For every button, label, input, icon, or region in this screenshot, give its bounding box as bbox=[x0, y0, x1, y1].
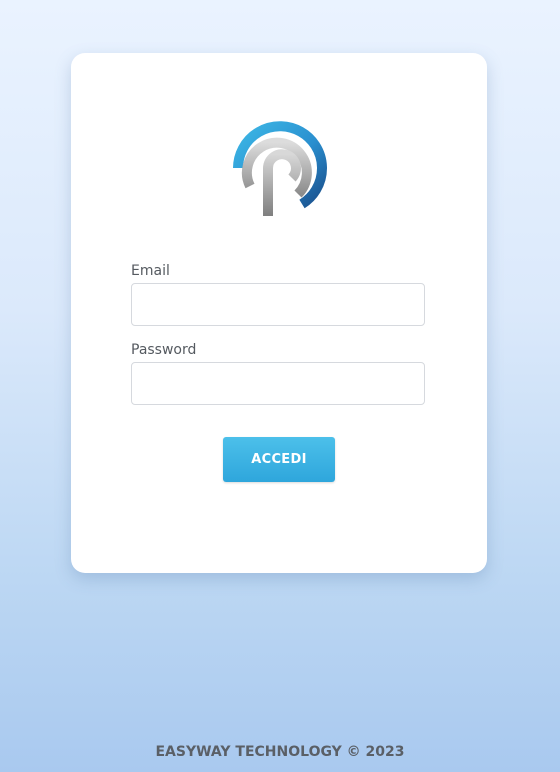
login-button[interactable]: ACCEDI bbox=[223, 437, 335, 482]
email-label: Email bbox=[131, 263, 170, 279]
email-field[interactable] bbox=[131, 283, 425, 326]
password-label: Password bbox=[131, 342, 197, 358]
easyway-p-logo-icon bbox=[233, 121, 327, 216]
login-card: Email Password ACCEDI bbox=[71, 53, 487, 573]
password-field[interactable] bbox=[131, 362, 425, 405]
footer-copyright: EASYWAY TECHNOLOGY © 2023 bbox=[155, 744, 405, 760]
